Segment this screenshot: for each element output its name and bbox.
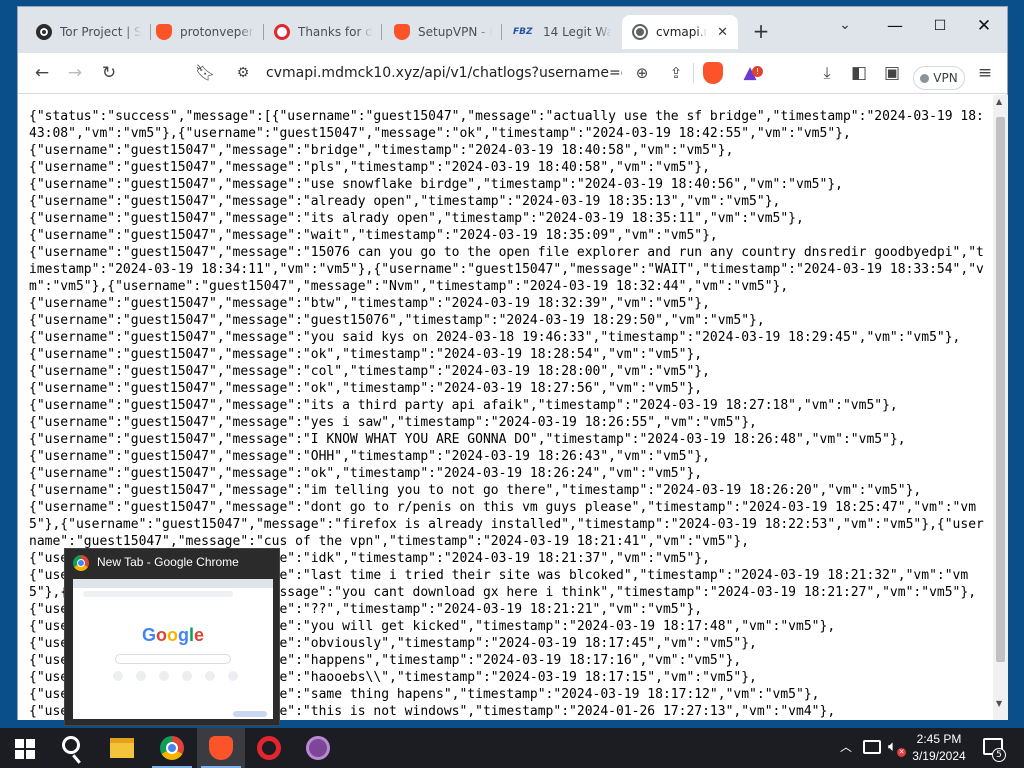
google-logo-letter: g xyxy=(177,625,189,645)
taskbar-opera[interactable] xyxy=(245,728,293,768)
download-icon[interactable]: ⤓ xyxy=(815,61,839,85)
google-logo-letter: o xyxy=(166,625,178,645)
taskbar-brave[interactable] xyxy=(197,728,245,768)
thumbnail-shortcut xyxy=(159,671,169,681)
globe-icon xyxy=(632,24,648,40)
vpn-button[interactable]: VPN xyxy=(913,66,965,90)
tab-thanks-for-downloading[interactable]: Thanks for do xyxy=(264,15,382,49)
site-info-icon[interactable]: ⚙︎ xyxy=(231,61,255,85)
forward-button[interactable]: → xyxy=(63,61,87,85)
thumbnail-shortcut xyxy=(228,671,238,681)
tab-cvmapi-active[interactable]: cvmapi.m ✕ xyxy=(622,15,738,49)
vpn-label: VPN xyxy=(933,71,958,85)
bookmark-icon[interactable]: 🔖︎ xyxy=(193,61,217,85)
browser-toolbar: ← → ↻ 🔖︎ ⚙︎ cvmapi.mdmck10.xyz/api/v1/ch… xyxy=(18,53,1007,94)
chevron-down-icon[interactable]: ⌄ xyxy=(836,17,854,35)
address-bar[interactable]: cvmapi.mdmck10.xyz/api/v1/chatlogs?usern… xyxy=(266,65,622,81)
taskbar-tor-browser[interactable] xyxy=(294,728,342,768)
scroll-down-arrow-icon[interactable]: ▼ xyxy=(996,699,1002,708)
google-logo: Google xyxy=(73,625,273,646)
clock-time[interactable]: 2:45 PM xyxy=(908,732,970,746)
tab-title: Thanks for do xyxy=(298,25,372,39)
chrome-icon xyxy=(160,736,184,760)
brave-icon xyxy=(394,24,410,40)
tab-strip: Tor Project | S protonvepene Thanks for … xyxy=(18,7,1007,53)
vpn-status-icon xyxy=(920,73,930,83)
tor-browser-icon xyxy=(306,736,330,760)
reload-button[interactable]: ↻ xyxy=(97,61,121,85)
maximize-button[interactable]: ☐ xyxy=(920,13,960,39)
volume-muted-icon: ✕ xyxy=(897,748,906,757)
tab-setupvpn[interactable]: SetupVPN - B xyxy=(384,15,502,49)
network-icon[interactable] xyxy=(863,740,881,754)
vertical-scrollbar[interactable]: ▲ ▼ xyxy=(993,95,1008,720)
back-button[interactable]: ← xyxy=(30,61,54,85)
scrollbar-thumb[interactable] xyxy=(996,117,1005,662)
thumbnail-shortcut xyxy=(113,671,123,681)
taskbar-chrome[interactable] xyxy=(148,728,196,768)
clock-date[interactable]: 3/19/2024 xyxy=(908,749,970,763)
taskbar-thumbnail-preview[interactable]: New Tab - Google Chrome Google xyxy=(64,548,280,726)
sidebar-icon[interactable]: ◧ xyxy=(847,61,871,85)
close-tab-icon[interactable]: ✕ xyxy=(717,25,728,40)
search-icon xyxy=(62,736,80,754)
thumbnail-address-bar xyxy=(83,591,233,597)
taskbar: ︿ 🔈︎ ✕ 2:45 PM 3/19/2024 5 xyxy=(0,728,1024,768)
share-icon[interactable]: ⇪ xyxy=(664,61,688,85)
tab-separator xyxy=(501,24,502,40)
opera-icon xyxy=(257,736,281,760)
preview-title: New Tab - Google Chrome xyxy=(97,555,239,569)
brave-icon xyxy=(156,24,172,40)
brave-shields-icon[interactable] xyxy=(703,62,723,84)
toolbar-divider xyxy=(693,63,694,83)
tab-title: 14 Legit Ways xyxy=(543,25,611,39)
taskbar-file-explorer[interactable] xyxy=(98,728,146,768)
google-logo-letter: o xyxy=(155,625,167,645)
hamburger-menu-icon[interactable]: ≡ xyxy=(973,61,997,85)
tab-title: protonvepene xyxy=(180,25,254,39)
brave-icon xyxy=(209,736,233,760)
fbz-icon: FBZ xyxy=(513,27,533,37)
thumbnail-shortcut xyxy=(182,671,192,681)
tab-title: SetupVPN - B xyxy=(418,25,492,39)
scroll-up-arrow-icon[interactable]: ▲ xyxy=(996,97,1002,106)
show-hidden-icons-chevron-icon[interactable]: ︿ xyxy=(838,738,854,758)
close-window-button[interactable]: ✕ xyxy=(964,13,1004,39)
new-tab-button[interactable]: + xyxy=(751,21,771,42)
tab-separator xyxy=(381,24,382,40)
start-button[interactable] xyxy=(0,728,48,768)
taskbar-search-button[interactable] xyxy=(48,728,96,768)
preview-thumbnail[interactable]: Google xyxy=(73,579,273,719)
thumbnail-shortcut xyxy=(205,671,215,681)
tab-14-legit-ways[interactable]: FBZ 14 Legit Ways xyxy=(503,15,621,49)
rewards-badge: ! xyxy=(752,66,763,77)
opera-icon xyxy=(274,24,290,40)
chrome-icon xyxy=(73,555,89,571)
tor-onion-icon xyxy=(36,24,52,40)
thumbnail-tab-strip xyxy=(73,579,273,588)
google-logo-letter: G xyxy=(141,625,156,645)
thumbnail-search-box xyxy=(115,654,231,664)
tab-tor-project[interactable]: Tor Project | S xyxy=(26,15,151,49)
windows-start-icon xyxy=(15,739,35,759)
tab-protonvpn[interactable]: protonvepene xyxy=(146,15,264,49)
tab-title: cvmapi.m xyxy=(656,25,707,39)
tab-title: Tor Project | S xyxy=(60,25,141,39)
minimize-button[interactable]: — xyxy=(875,13,915,39)
zoom-icon[interactable]: ⊕ xyxy=(630,61,654,85)
thumbnail-customize-button xyxy=(233,711,267,717)
folder-icon xyxy=(110,738,134,758)
google-logo-letter: e xyxy=(194,625,205,645)
wallet-icon[interactable]: ▣ xyxy=(880,61,904,85)
thumbnail-shortcut xyxy=(136,671,146,681)
notification-count-badge: 5 xyxy=(992,748,1006,762)
